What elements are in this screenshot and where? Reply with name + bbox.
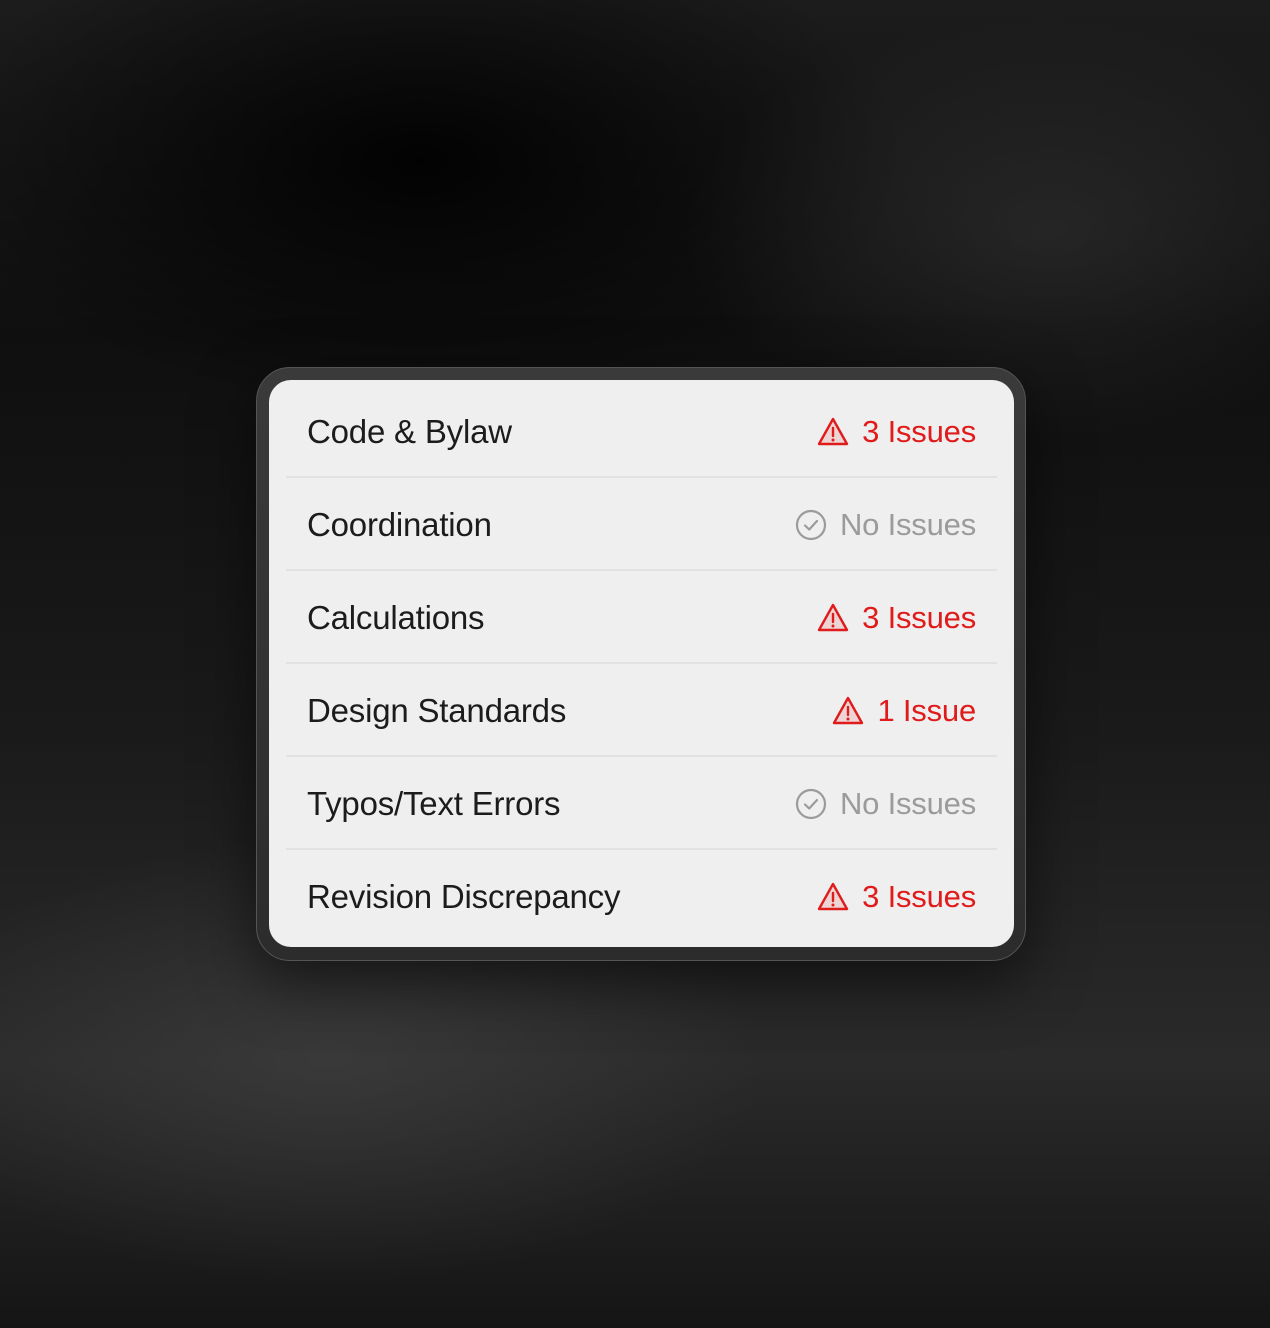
status-badge[interactable]: No Issues [794, 507, 976, 543]
warning-triangle-icon [816, 415, 850, 449]
check-label: Calculations [307, 598, 485, 636]
status-badge[interactable]: 3 Issues [816, 600, 976, 636]
warning-triangle-icon [831, 694, 865, 728]
list-item-design-standards[interactable]: Design Standards 1 Issue [286, 664, 997, 757]
warning-triangle-icon [816, 880, 850, 914]
status-badge[interactable]: No Issues [794, 786, 976, 822]
review-checklist-card: Code & Bylaw 3 Issues Coordination No Is… [269, 380, 1014, 947]
check-circle-icon [794, 787, 828, 821]
status-text: 3 Issues [862, 599, 976, 635]
check-label: Coordination [307, 505, 492, 543]
status-text: No Issues [839, 506, 976, 542]
status-badge[interactable]: 3 Issues [816, 879, 976, 915]
list-item-revision-discrepancy[interactable]: Revision Discrepancy 3 Issues [286, 850, 997, 943]
check-circle-icon [794, 508, 828, 542]
review-panel-frame: Code & Bylaw 3 Issues Coordination No Is… [256, 367, 1026, 961]
list-item-typos-text-errors[interactable]: Typos/Text Errors No Issues [286, 757, 997, 850]
status-text: 1 Issue [877, 692, 976, 728]
status-text: 3 Issues [862, 413, 976, 449]
status-text: 3 Issues [862, 878, 976, 914]
list-item-code-bylaw[interactable]: Code & Bylaw 3 Issues [286, 385, 997, 478]
check-label: Code & Bylaw [307, 412, 512, 450]
list-item-calculations[interactable]: Calculations 3 Issues [286, 571, 997, 664]
check-label: Revision Discrepancy [307, 877, 621, 915]
status-text: No Issues [839, 785, 976, 821]
check-label: Design Standards [307, 691, 567, 729]
warning-triangle-icon [816, 601, 850, 635]
status-badge[interactable]: 1 Issue [831, 693, 976, 729]
list-item-coordination[interactable]: Coordination No Issues [286, 478, 997, 571]
check-label: Typos/Text Errors [307, 784, 561, 822]
status-badge[interactable]: 3 Issues [816, 414, 976, 450]
